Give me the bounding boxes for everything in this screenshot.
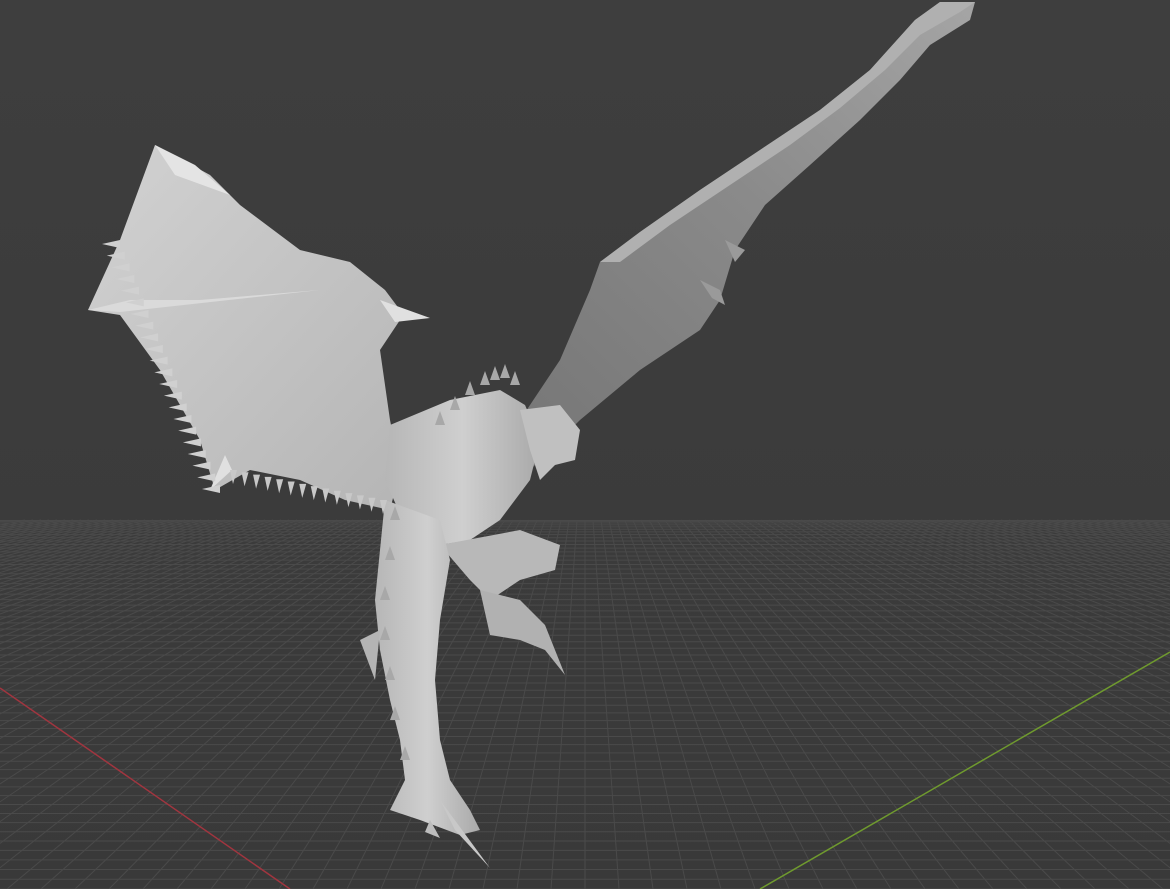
grid-line	[0, 519, 202, 580]
wing-edge-spike	[202, 485, 220, 493]
grid-line	[0, 519, 306, 645]
grid-line	[0, 519, 346, 684]
grid-line	[936, 519, 1170, 596]
grid-line	[776, 519, 1170, 753]
grid-line	[1016, 519, 1170, 561]
wing-edge-spike	[192, 461, 211, 470]
spine-spike	[465, 381, 475, 395]
grid-line	[608, 519, 688, 889]
grid-line	[1032, 519, 1170, 556]
grid-line	[792, 519, 1170, 727]
wing-edge-spike	[310, 486, 318, 501]
grid-line	[648, 519, 858, 889]
grid-line	[824, 519, 1170, 684]
spine-spike	[480, 371, 490, 385]
grid-line	[0, 519, 274, 620]
grid-line	[616, 519, 722, 889]
wing-edge-spike	[178, 426, 197, 435]
grid-line	[0, 519, 106, 546]
grid-line	[0, 519, 378, 727]
grid-line	[0, 519, 234, 596]
grid-line	[960, 519, 1170, 584]
wing-edge-spike	[299, 483, 307, 498]
grid-line	[0, 519, 42, 530]
wing-edge-spike	[264, 476, 272, 491]
grid-line	[672, 519, 960, 889]
wing-edge-spike	[276, 479, 284, 494]
grid-line	[1128, 519, 1170, 530]
grid-line	[680, 519, 994, 889]
dragon-left-wing	[88, 145, 430, 510]
grid-line	[1104, 519, 1170, 535]
spine-spike	[490, 366, 500, 380]
wing-edge-spike	[241, 472, 249, 487]
grid-line	[712, 519, 1130, 889]
grid-line	[664, 519, 926, 889]
wing-edge-spike	[197, 473, 216, 482]
grid-line	[0, 519, 210, 584]
grid-line	[1064, 519, 1170, 546]
spine-spike	[510, 371, 520, 385]
grid-line	[600, 519, 654, 889]
y-axis-line	[759, 651, 1170, 889]
grid-line	[210, 519, 498, 889]
wing-edge-spike	[287, 481, 295, 496]
grid-line	[744, 519, 1170, 823]
wing-edge-spike	[333, 490, 341, 505]
wing-edge-spike	[102, 240, 120, 248]
3d-viewport[interactable]	[0, 0, 1170, 889]
grid-line	[0, 519, 66, 535]
grid-line	[624, 519, 756, 889]
grid-line	[696, 519, 1062, 889]
grid-line	[0, 519, 394, 753]
grid-line	[0, 519, 426, 823]
grid-line	[968, 519, 1170, 580]
grid-line	[896, 519, 1170, 620]
spine-spike	[500, 364, 510, 378]
grid-line	[640, 519, 824, 889]
grid-line	[0, 519, 34, 528]
grid-floor	[0, 519, 1170, 889]
grid-line	[1136, 519, 1170, 528]
grid-line	[0, 519, 138, 556]
grid-line	[864, 519, 1170, 645]
wing-edge-spike	[168, 403, 187, 412]
grid-line	[632, 519, 790, 889]
wing-edge-spike	[182, 438, 201, 447]
viewport-canvas[interactable]	[0, 0, 1170, 889]
grid-line	[592, 519, 620, 889]
grid-line	[550, 519, 578, 889]
wing-edge-spike	[253, 474, 261, 489]
wing-edge-spike	[163, 391, 182, 400]
wing-edge-spike	[173, 415, 192, 423]
wing-edge-spike	[322, 488, 330, 503]
wing-edge-spike	[187, 450, 206, 458]
grid-line	[244, 519, 506, 889]
